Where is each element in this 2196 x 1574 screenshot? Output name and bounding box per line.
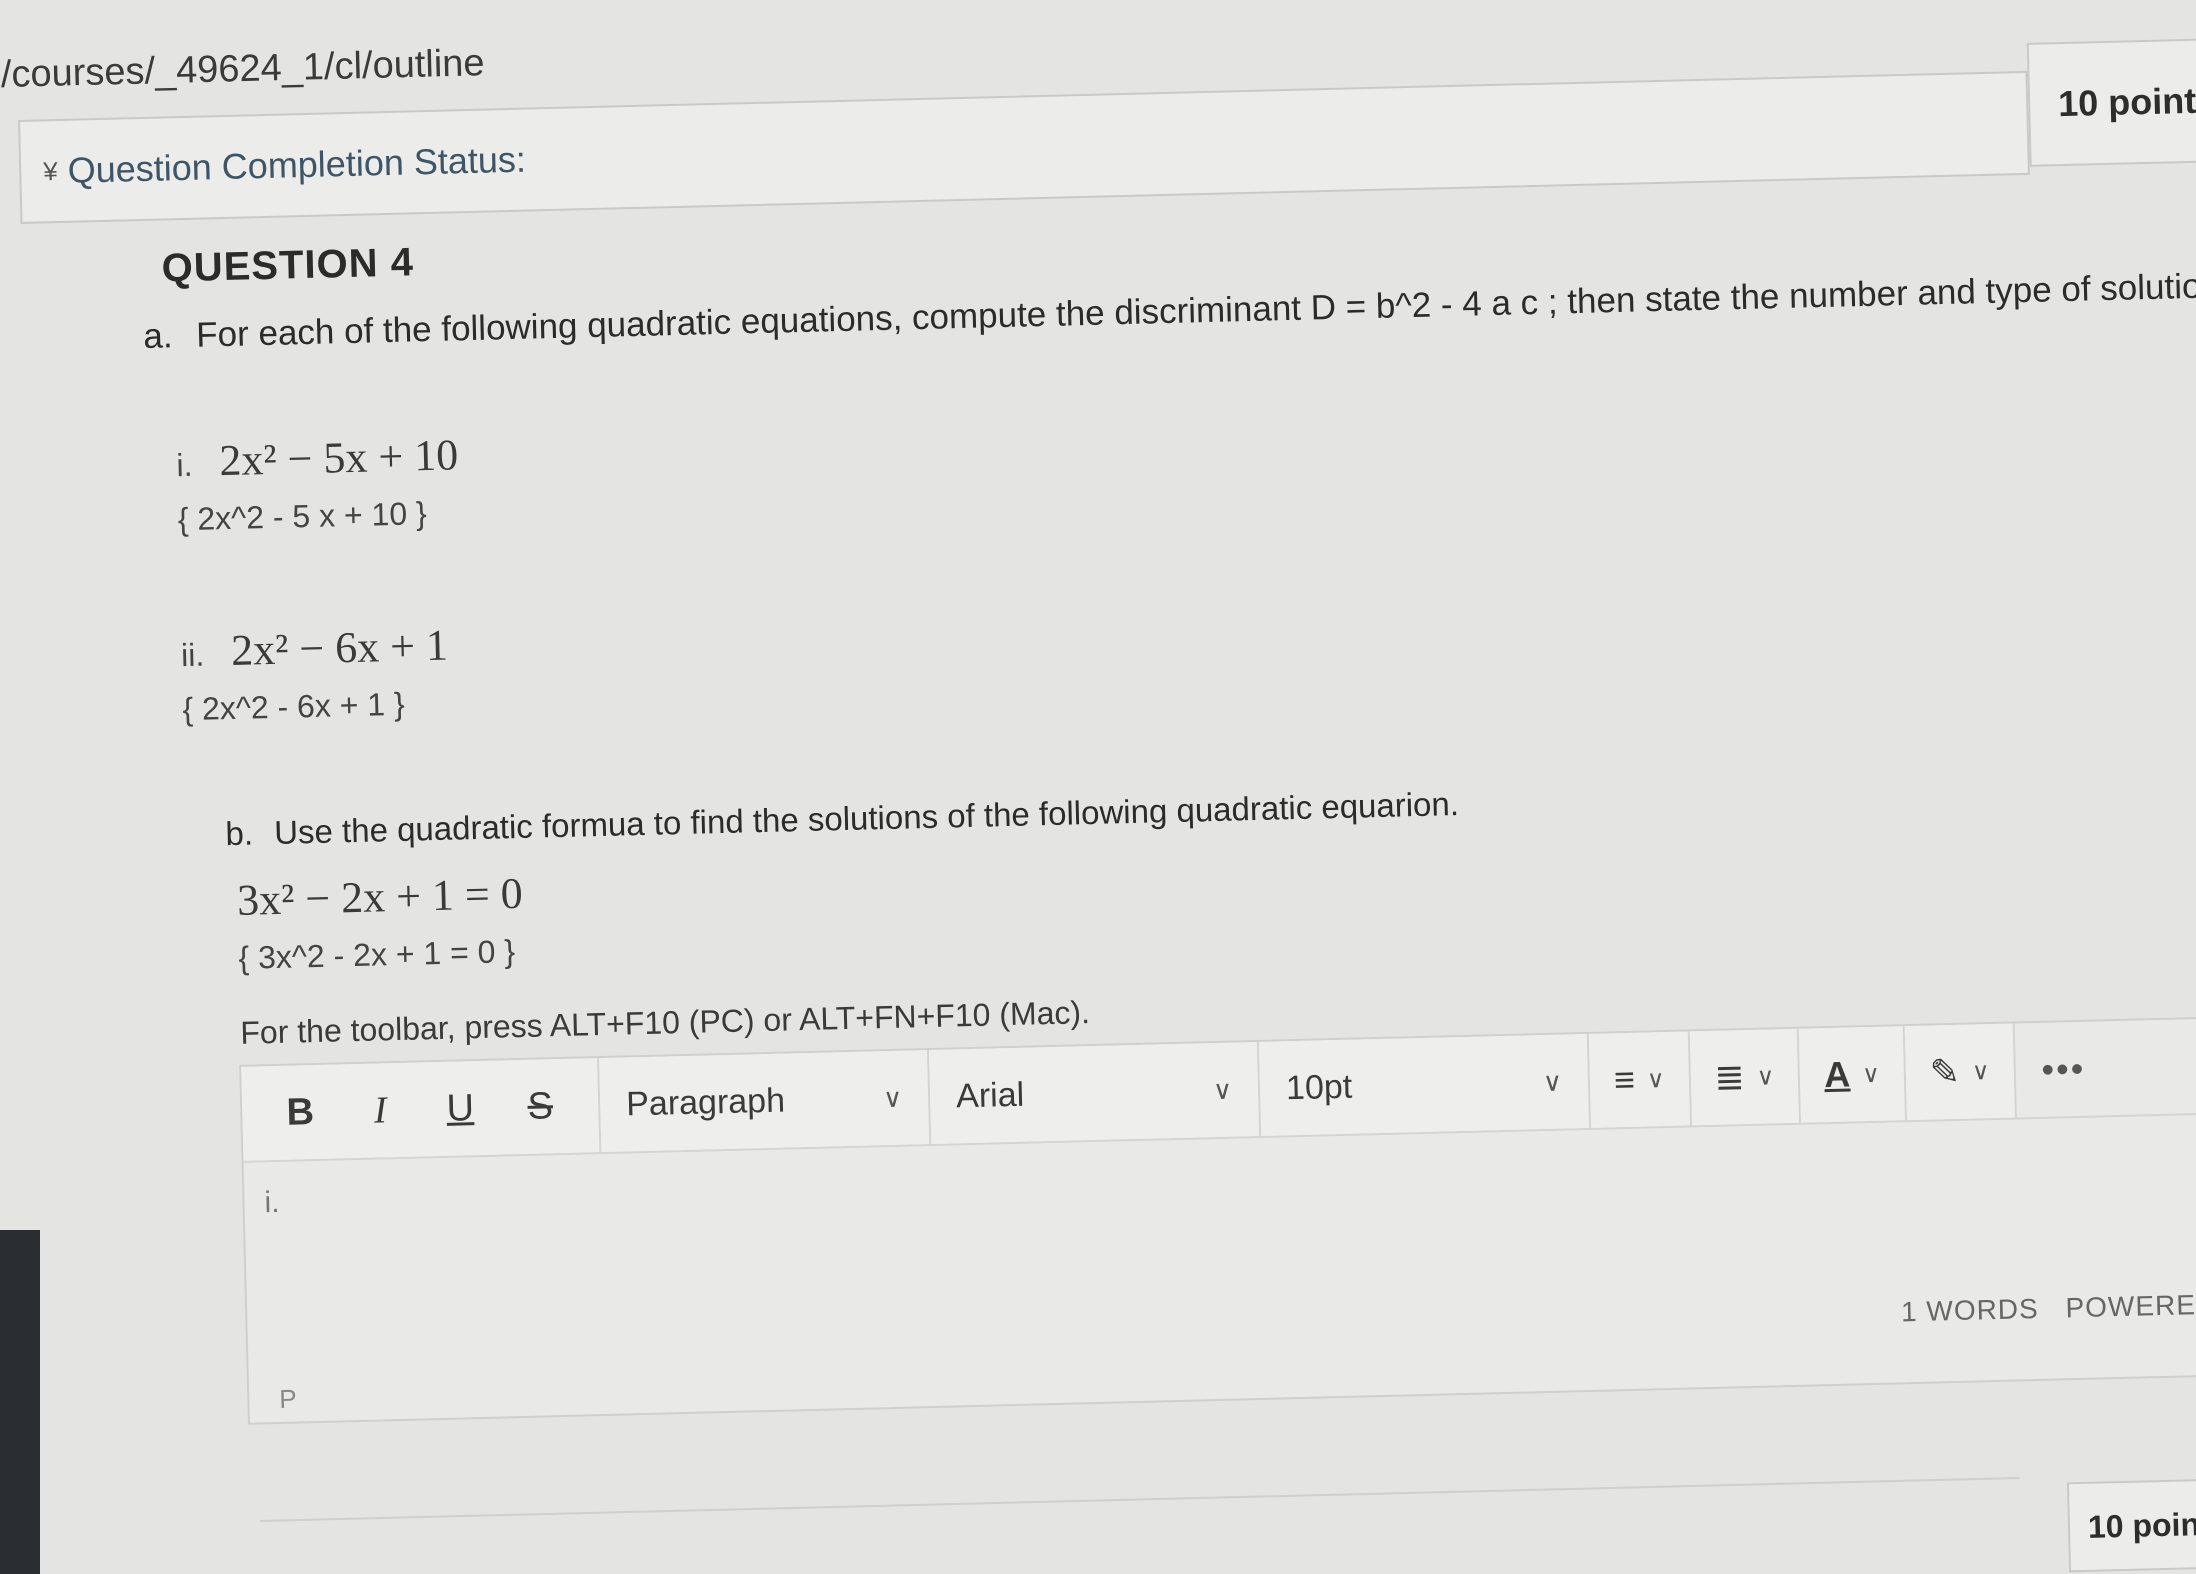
item-number: i. (176, 446, 193, 484)
chevron-down-icon: ∨ (882, 1082, 903, 1113)
font-size-select-value: 10pt (1285, 1067, 1353, 1107)
chevron-down-icon: ∨ (1212, 1074, 1233, 1105)
bullet-list-button[interactable]: ≡ ∨ (1588, 1031, 1692, 1128)
editor-content[interactable]: i. (264, 1186, 280, 1220)
equation-rendered: 3x² − 2x + 1 = 0 (236, 868, 524, 925)
font-family-select[interactable]: Arial ∨ (928, 1041, 1262, 1144)
part-b-text: Use the quadratic formua to find the sol… (273, 785, 1460, 851)
chevron-down-icon: ∨ (1971, 1057, 1990, 1086)
equation-text: { 3x^2 - 2x + 1 = 0 } (238, 933, 516, 976)
italic-button[interactable]: I (340, 1087, 421, 1133)
part-b-prompt: b. Use the quadratic formua to find the … (225, 785, 1459, 853)
chevron-down-icon: ∨ (1646, 1065, 1665, 1093)
question-title: QUESTION 4 (161, 240, 415, 291)
equation-part-b: 3x² − 2x + 1 = 0 { 3x^2 - 2x + 1 = 0 } (237, 868, 525, 977)
font-size-select[interactable]: 10pt ∨ (1258, 1033, 1592, 1136)
paragraph-select-value: Paragraph (625, 1081, 786, 1123)
part-a-text: For each of the following quadratic equa… (195, 265, 2196, 355)
ellipsis-icon: ••• (2040, 1047, 2086, 1090)
toolbar-hint: For the toolbar, press ALT+F10 (PC) or A… (239, 994, 1091, 1051)
bullet-list-icon: ≡ (1613, 1058, 1636, 1101)
chevron-down-icon: ∨ (1542, 1066, 1563, 1097)
chevron-down-icon: ∨ (1861, 1060, 1881, 1088)
strikethrough-button[interactable]: S (500, 1084, 581, 1129)
editor-footer: 1 WORDS POWERED B (1883, 1288, 2196, 1329)
font-color-button[interactable]: A ∨ (1799, 1026, 1907, 1123)
word-count: 1 WORDS (1900, 1292, 2040, 1328)
paragraph-select[interactable]: Paragraph ∨ (599, 1050, 932, 1153)
next-question-points: 10 points (2066, 1477, 2196, 1573)
points-badge: 10 points (2026, 38, 2196, 167)
more-options-button[interactable]: ••• (2014, 1021, 2112, 1117)
font-family-select-value: Arial (955, 1075, 1025, 1115)
highlight-button[interactable]: ✎ ∨ (1904, 1023, 2017, 1121)
equation-rendered: 2x² − 6x + 1 (230, 620, 449, 675)
format-group: B I U S (241, 1058, 602, 1161)
url-text: /courses/_49624_1/cl/outline (0, 42, 486, 96)
part-b-marker: b. (225, 814, 254, 853)
equation-text: { 2x^2 - 6x + 1 } (182, 685, 406, 728)
font-color-icon: A (1823, 1053, 1851, 1096)
screen-bezel (0, 1230, 40, 1574)
equation-rendered: 2x² − 5x + 10 (218, 430, 459, 486)
numbered-list-button[interactable]: ≣ ∨ (1689, 1028, 1802, 1126)
powered-by: POWERED B (2065, 1288, 2196, 1324)
chevron-down-icon: ∨ (1756, 1062, 1775, 1091)
bold-button[interactable]: B (260, 1090, 341, 1135)
highlighter-icon: ✎ (1929, 1050, 1961, 1093)
question-page: ¥ Question Completion Status: 10 points … (18, 38, 2196, 1573)
rich-text-editor[interactable]: B I U S Paragraph ∨ Arial ∨ 10pt ∨ ≡ ∨ ≣… (239, 1015, 2196, 1425)
status-label: Question Completion Status: (67, 138, 527, 191)
underline-button[interactable]: U (420, 1086, 501, 1131)
item-number: ii. (180, 636, 205, 674)
element-path: P (278, 1383, 298, 1414)
chevron-collapse-icon[interactable]: ¥ (43, 156, 58, 187)
equation-text: { 2x^2 - 5 x + 10 } (177, 495, 428, 538)
part-a-prompt: a. For each of the following quadratic e… (143, 266, 2196, 357)
part-a-marker: a. (142, 316, 173, 356)
equation-item-i: i. 2x² − 5x + 10 { 2x^2 - 5 x + 10 } (176, 429, 460, 538)
numbered-list-icon: ≣ (1713, 1056, 1746, 1098)
equation-item-ii: ii. 2x² − 6x + 1 { 2x^2 - 6x + 1 } (180, 620, 449, 728)
